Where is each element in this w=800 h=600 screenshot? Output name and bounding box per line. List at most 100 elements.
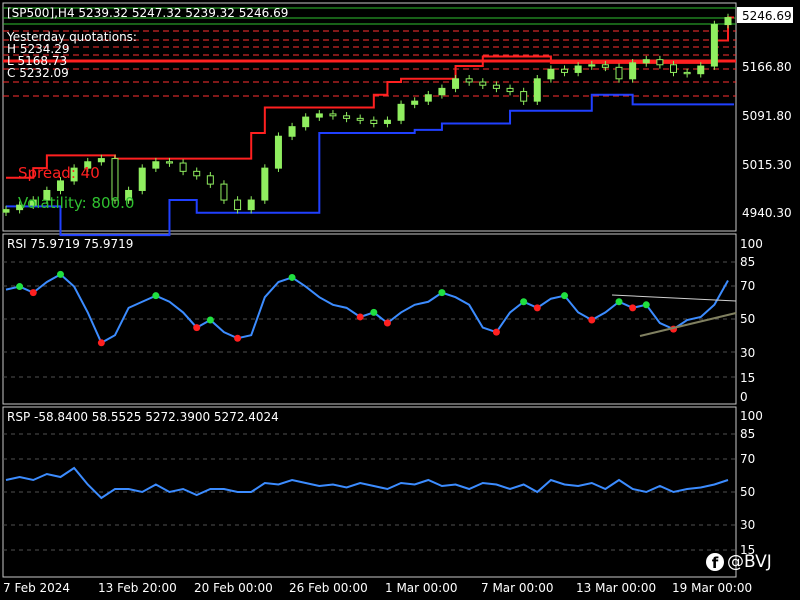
rsi-trough-dot [193,324,201,332]
price-tick-2: 5091.80 [742,109,792,123]
time-tick-4: 26 Feb 00:00 [289,581,368,595]
watermark-handle: @BVJ [727,552,772,572]
candle [220,180,228,204]
candle [302,113,310,131]
watermark: f @BVJ [706,552,772,572]
time-axis: 7 Feb 2024 13 Feb 20:00 20 Feb 00:00 26 … [3,581,752,595]
rsi-trough-dot [29,289,37,297]
price-tick-4: 4940.30 [742,206,792,220]
rsp-panel-frame [2,406,737,578]
candle [615,63,623,83]
rsi-trough-dot [533,304,541,312]
rsi-peak-dot [438,289,446,297]
facebook-icon: f [706,553,724,571]
rsp-tick-85: 85 [740,427,755,441]
rsi-line [5,273,729,345]
candle [724,13,732,29]
rsi-peak-dot [152,292,160,300]
rsi-peak-dot [520,298,528,306]
rsp-tick-70: 70 [740,452,755,466]
candle [315,110,323,121]
time-tick-2: 13 Feb 20:00 [98,581,177,595]
rsp-line [5,466,729,500]
rsp-series-group [5,466,729,500]
price-tick-3: 5015.30 [742,158,792,172]
price-tag: 5246.69 [742,9,792,23]
candle [383,116,391,128]
rsi-peak-dot [561,292,569,300]
rsi-peak-dot [16,283,24,291]
candle [656,55,664,69]
candle [234,196,242,214]
rsp-tick-50: 50 [740,485,755,499]
rsi-peak-dot [642,301,650,309]
candle [520,87,528,105]
rsp-header: RSP -58.8400 58.5525 5272.3900 5272.4024 [7,410,279,424]
rsi-peak-dot [206,316,214,324]
rsi-tick-30: 30 [740,346,755,360]
candle [193,167,201,180]
candle [261,164,269,204]
rsi-trough-dot [492,328,500,336]
rsi-tick-50: 50 [740,312,755,326]
candle [397,100,405,125]
candle [274,132,282,172]
volatility-label: Volatility: 800.0 [18,194,134,212]
rsi-trough-dot [356,313,364,321]
candle [683,68,691,78]
candle [465,74,473,86]
rsi-tick-85: 85 [740,255,755,269]
time-tick-8: 19 Mar 00:00 [672,581,752,595]
rsi-tick-100: 100 [740,237,763,251]
price-tick-1: 5166.80 [742,60,792,74]
time-tick-3: 20 Feb 00:00 [194,581,273,595]
rsi-series-group [5,270,729,347]
candle [152,157,160,172]
rsp-tick-100: 100 [740,409,763,423]
candle [533,74,541,105]
rsi-tick-70: 70 [740,279,755,293]
candle [697,62,705,78]
candle [642,55,650,67]
candle [288,122,296,141]
rsi-peak-dot [615,298,623,306]
rsi-trough-dot [383,319,391,327]
candle [561,65,569,77]
candle [329,110,337,120]
rsi-trough-dot [234,334,242,342]
rsi-header: RSI 75.9719 75.9719 [7,237,133,251]
candle [411,97,419,109]
rsi-trough-dot [97,339,105,347]
rsi-peak-dot [56,270,64,278]
candle [492,81,500,93]
candle [138,164,146,195]
candle [370,116,378,128]
candle [629,59,637,83]
rsi-tick-15: 15 [740,371,755,385]
candle [547,65,555,83]
candle [179,159,187,176]
rsp-tick-30: 30 [740,518,755,532]
candle [424,90,432,105]
chart-canvas: [SP500],H4 5239.32 5247.32 5239.32 5246.… [2,2,793,595]
rsi-panel-frame [2,233,737,405]
rsi-trough-dot [629,304,637,312]
rsi-tick-0: 0 [740,390,748,404]
spread-label: Spread: 40 [18,164,100,182]
candle [247,196,255,214]
candle [356,114,364,125]
yesterday-close: C 5232.09 [7,66,69,80]
candle [506,84,514,96]
time-tick-6: 7 Mar 00:00 [481,581,554,595]
rsi-peak-dot [288,273,296,281]
main-header: [SP500],H4 5239.32 5247.32 5239.32 5246.… [7,6,288,20]
candle [479,78,487,90]
time-tick-5: 1 Mar 00:00 [385,581,458,595]
candle [710,20,718,70]
candle [206,171,214,188]
rsi-peak-dot [370,308,378,316]
candle [343,111,351,123]
rsi-trough-dot [588,316,596,324]
time-tick-1: 7 Feb 2024 [3,581,70,595]
candle [574,62,582,77]
